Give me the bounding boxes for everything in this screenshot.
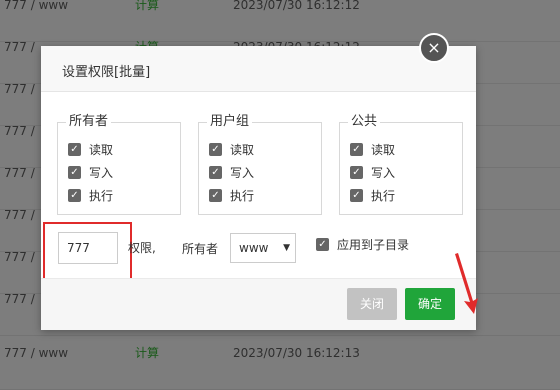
row-time: 2023/07/30 16:12:13 (233, 346, 360, 360)
table-row: 777 / www 计算 2023/07/30 16:12:13 (0, 346, 560, 390)
owner-permission-group: 所有者 ✓ 读取 ✓ 写入 ✓ 执行 (57, 113, 181, 215)
checkbox-label: 应用到子目录 (337, 238, 410, 252)
checkbox-checked-icon: ✓ (68, 143, 81, 156)
annotation-arrow-icon (455, 253, 478, 314)
table-row: 777 / www 计算 2023/07/30 16:12:12 (0, 0, 560, 42)
permission-label: 权限, (128, 241, 156, 255)
close-button[interactable]: 关闭 (347, 288, 397, 320)
group-write-checkbox[interactable]: ✓ 写入 (209, 164, 254, 182)
chevron-down-icon: ▼ (283, 243, 290, 253)
public-permission-group: 公共 ✓ 读取 ✓ 写入 ✓ 执行 (339, 113, 463, 215)
owner-label: 所有者 (182, 242, 219, 256)
row-permission: 777 / www (4, 0, 69, 12)
row-owner: 计算 (135, 0, 160, 12)
checkbox-label: 写入 (371, 166, 396, 180)
checkbox-checked-icon: ✓ (209, 189, 222, 202)
row-permission: 777 / (4, 166, 35, 180)
dialog-title: 设置权限[批量] (62, 65, 151, 80)
checkbox-checked-icon: ✓ (209, 143, 222, 156)
permission-value-input[interactable] (58, 232, 118, 264)
row-permission: 777 / (4, 250, 35, 264)
permission-dialog: 设置权限[批量] 所有者 ✓ 读取 ✓ 写入 ✓ 执行 用户组 ✓ 读取 ✓ 写入 ✓ 执行… (41, 46, 478, 330)
checkbox-label: 执行 (230, 189, 255, 203)
checkbox-checked-icon: ✓ (350, 166, 363, 179)
group-legend: 公共 (348, 113, 381, 131)
dialog-footer: 关闭 确定 (41, 278, 476, 330)
group-legend: 所有者 (66, 113, 112, 131)
group-execute-checkbox[interactable]: ✓ 执行 (209, 187, 254, 205)
owner-select-value: www (239, 241, 269, 255)
checkbox-label: 执行 (89, 189, 114, 203)
public-read-checkbox[interactable]: ✓ 读取 (350, 141, 395, 159)
row-permission: 777 / (4, 208, 35, 222)
group-permission-group: 用户组 ✓ 读取 ✓ 写入 ✓ 执行 (198, 113, 322, 215)
group-legend: 用户组 (207, 113, 253, 131)
public-write-checkbox[interactable]: ✓ 写入 (350, 164, 395, 182)
checkbox-label: 读取 (89, 143, 114, 157)
checkbox-checked-icon: ✓ (68, 189, 81, 202)
row-permission: 777 / (4, 124, 35, 138)
group-read-checkbox[interactable]: ✓ 读取 (209, 141, 254, 159)
owner-write-checkbox[interactable]: ✓ 写入 (68, 164, 113, 182)
checkbox-label: 写入 (89, 166, 114, 180)
confirm-button[interactable]: 确定 (405, 288, 455, 320)
checkbox-label: 读取 (371, 143, 396, 157)
row-permission: 777 / (4, 82, 35, 96)
row-time: 2023/07/30 16:12:12 (233, 0, 360, 12)
row-owner: 计算 (135, 346, 160, 360)
dialog-header: 设置权限[批量] (41, 46, 476, 92)
owner-execute-checkbox[interactable]: ✓ 执行 (68, 187, 113, 205)
checkbox-label: 执行 (371, 189, 396, 203)
public-execute-checkbox[interactable]: ✓ 执行 (350, 187, 395, 205)
checkbox-checked-icon: ✓ (209, 166, 222, 179)
checkbox-checked-icon: ✓ (350, 189, 363, 202)
owner-read-checkbox[interactable]: ✓ 读取 (68, 141, 113, 159)
close-icon[interactable]: × (419, 33, 449, 63)
checkbox-checked-icon: ✓ (68, 166, 81, 179)
checkbox-checked-icon: ✓ (316, 238, 329, 251)
checkbox-label: 写入 (230, 166, 255, 180)
row-permission: 777 / www (4, 346, 69, 360)
checkbox-checked-icon: ✓ (350, 143, 363, 156)
row-permission: 777 / (4, 292, 35, 306)
row-permission: 777 / (4, 40, 35, 54)
owner-select[interactable]: www ▼ (230, 233, 296, 263)
checkbox-label: 读取 (230, 143, 255, 157)
apply-to-subdirectories-checkbox[interactable]: ✓ 应用到子目录 (316, 237, 409, 253)
